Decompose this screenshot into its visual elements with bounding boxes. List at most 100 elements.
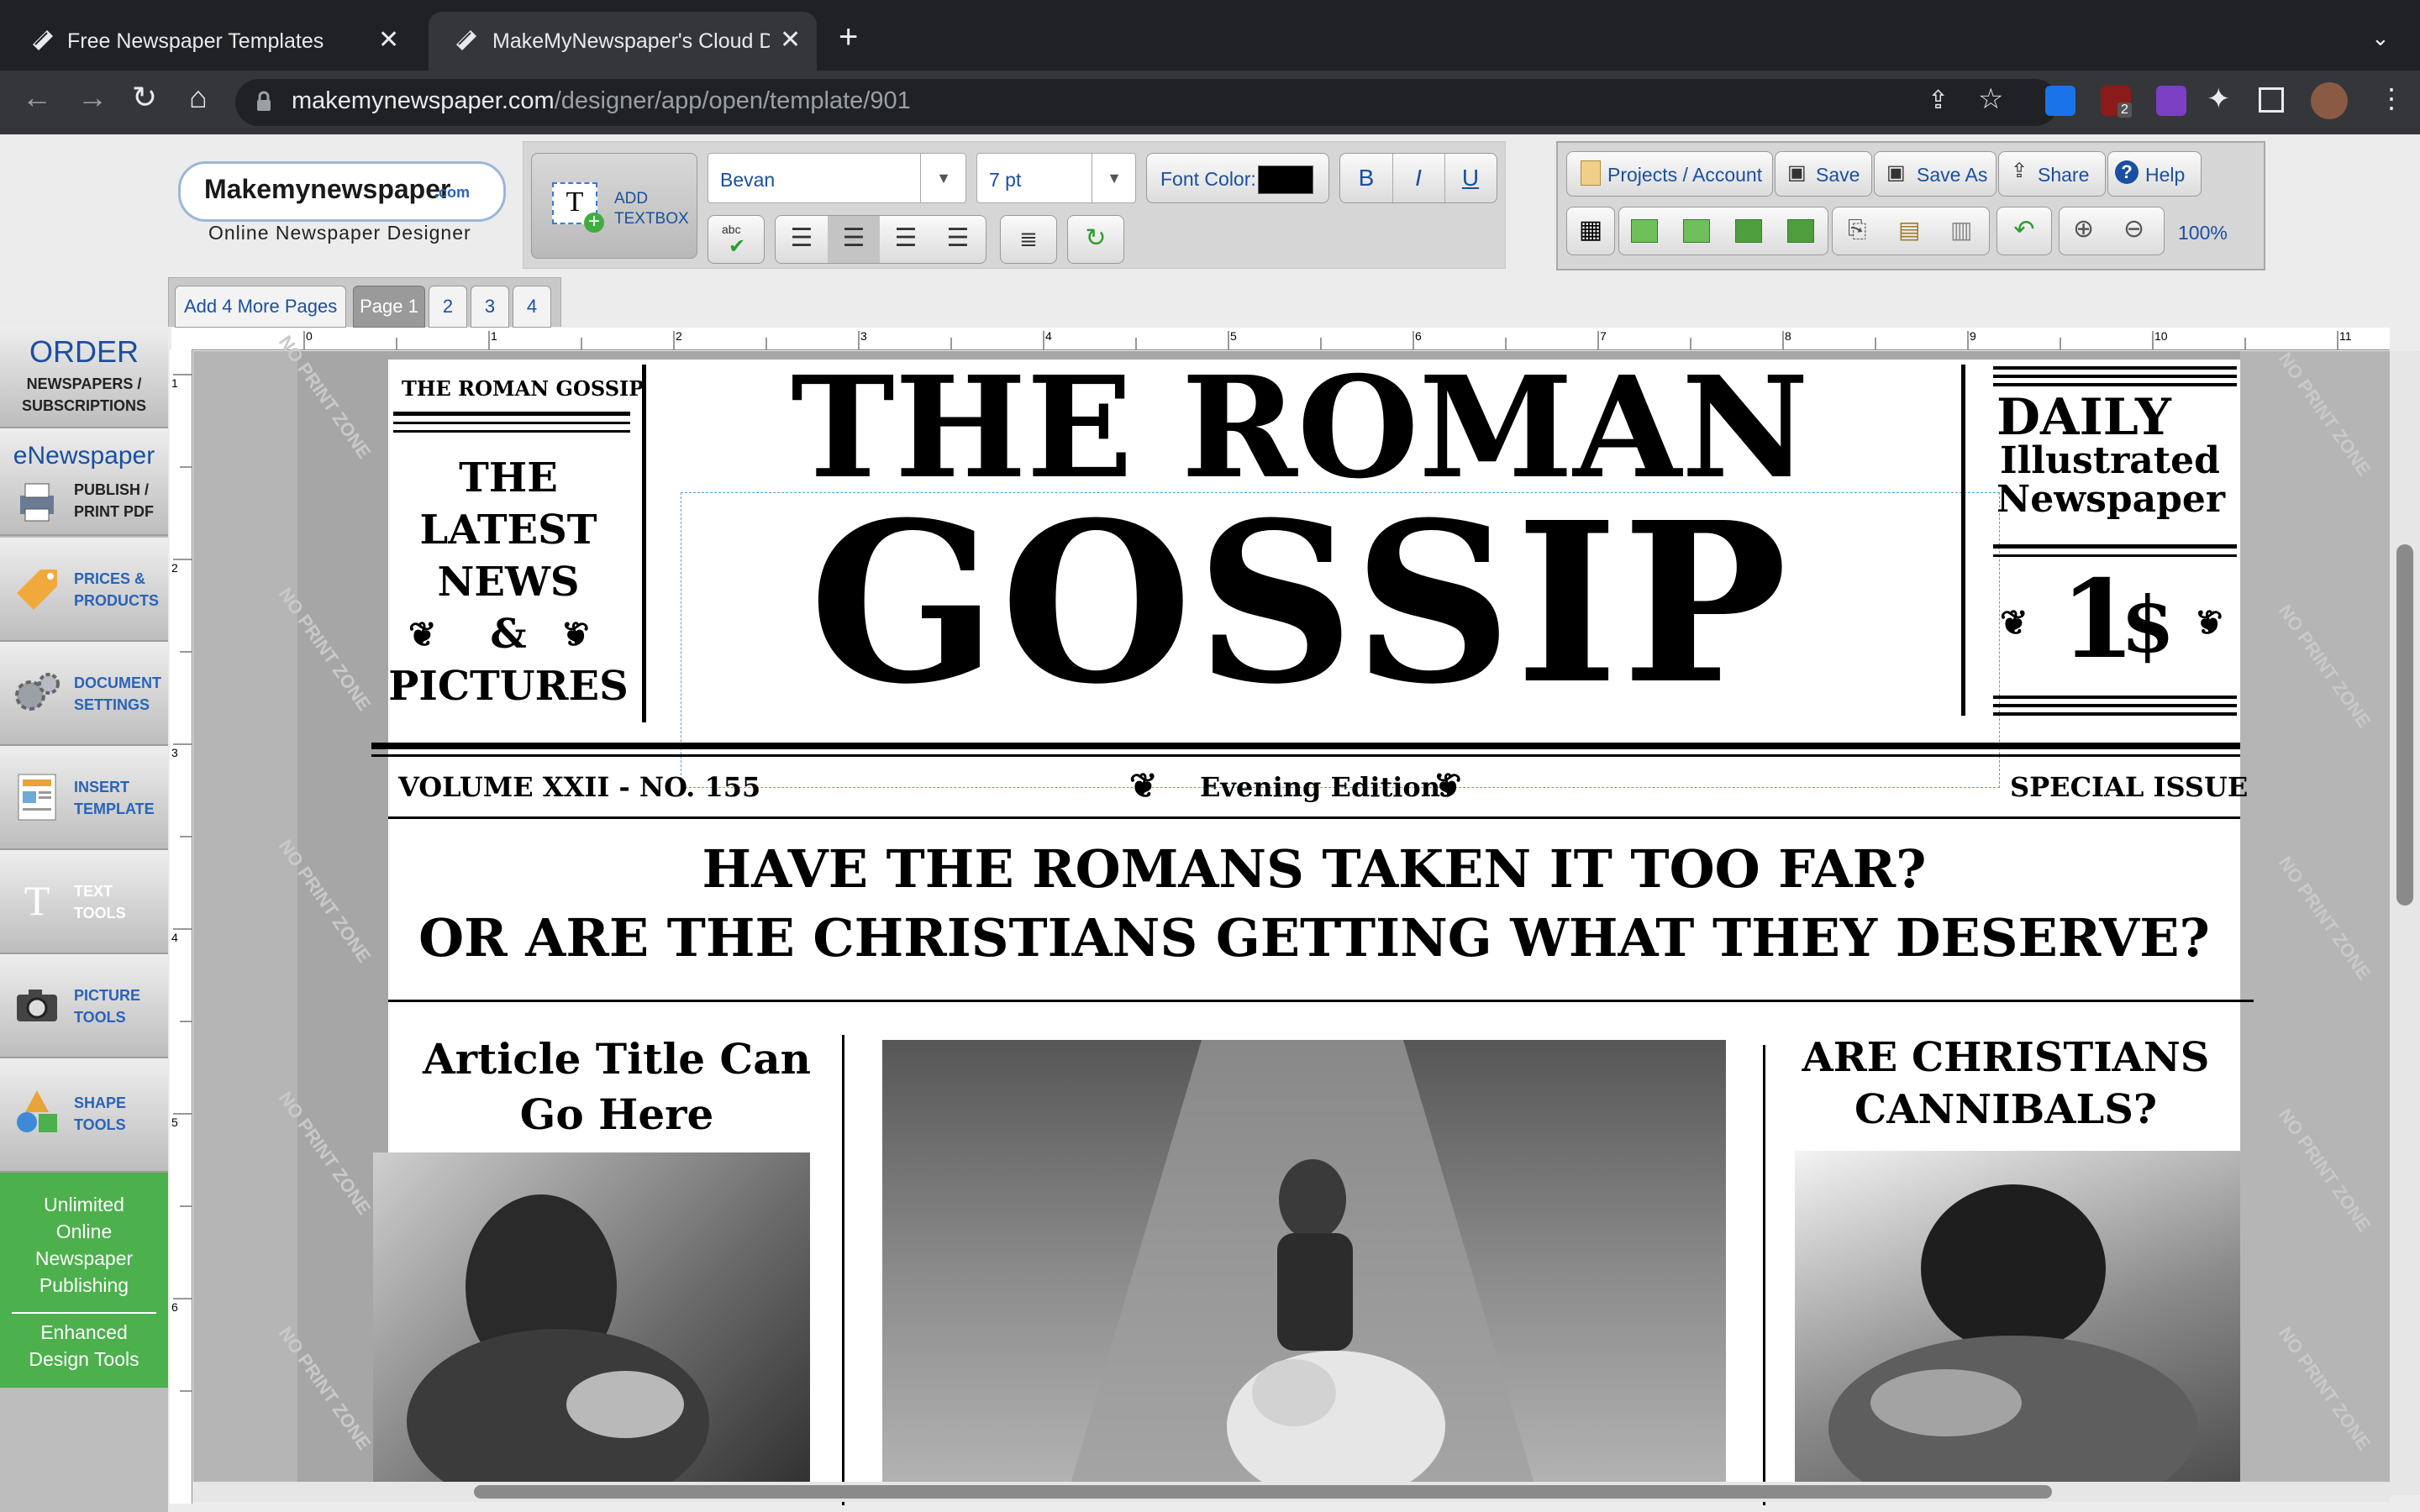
save-button[interactable]: ▣ Save <box>1775 151 1872 197</box>
grid-icon[interactable]: ▦ <box>1566 207 1615 255</box>
article-right-photo[interactable] <box>1795 1151 2240 1495</box>
right-box-newspaper[interactable]: Newspaper <box>1996 479 2225 521</box>
masthead-main[interactable]: GOSSIP <box>649 477 1951 729</box>
sidebar-insert-template[interactable]: INSERT TEMPLATE <box>0 746 168 850</box>
save-label: Save <box>1816 164 1860 186</box>
tab-search-chevron-icon[interactable]: ⌄ <box>2371 25 2390 51</box>
font-color-control[interactable]: Font Color: <box>1146 153 1329 203</box>
spellcheck-button[interactable]: abc ✔ <box>708 215 765 264</box>
add-pages-button[interactable]: Add 4 More Pages <box>175 286 347 328</box>
undo-icon[interactable]: ↶ <box>1996 207 2052 255</box>
sidebar-picture-tools[interactable]: PICTURE TOOLS <box>0 954 168 1058</box>
align-center-icon[interactable]: ☰ <box>828 216 880 263</box>
back-icon[interactable]: ← <box>20 81 54 114</box>
headline-line-1[interactable]: HAVE THE ROMANS TAKEN IT TOO FAR? <box>388 835 2240 904</box>
sidebar-enewspaper[interactable]: eNewspaper PUBLISH / PRINT PDF <box>0 428 168 536</box>
forward-icon[interactable]: → <box>76 81 109 114</box>
left-box-line[interactable]: PICTURES <box>388 660 629 712</box>
reload-icon[interactable]: ↻ <box>128 81 161 114</box>
font-size-select[interactable]: 7 pt ▼ <box>976 153 1136 203</box>
special-issue[interactable]: SPECIAL ISSUE <box>2010 771 2248 803</box>
home-icon[interactable]: ⌂ <box>182 81 215 114</box>
corner-title[interactable]: THE ROMAN GOSSIP <box>402 376 644 401</box>
help-icon: ? <box>2115 160 2139 184</box>
zoom-out-icon[interactable]: ⊖ <box>2123 214 2144 244</box>
vertical-scroll-thumb[interactable] <box>2396 544 2413 906</box>
fleuron-icon: ❦ <box>2000 603 2028 643</box>
line-spacing-icon[interactable]: ≣ <box>1000 215 1057 264</box>
logo-tagline: Online Newspaper Designer <box>208 222 471 244</box>
copy-icon[interactable]: ⎘ <box>1848 216 1866 244</box>
new-tab-button[interactable]: + <box>839 20 858 54</box>
delete-icon[interactable]: ▥ <box>1950 216 1972 244</box>
volume-number[interactable]: VOLUME XXII - NO. 155 <box>398 771 760 803</box>
extension-icon[interactable] <box>2156 86 2186 116</box>
sidebar-order[interactable]: ORDER NEWSPAPERS / SUBSCRIPTIONS <box>0 326 168 428</box>
paste-icon[interactable]: ▤ <box>1898 216 1920 244</box>
sidebar-document-settings[interactable]: DOCUMENT SETTINGS <box>0 642 168 746</box>
send-to-back-icon[interactable] <box>1787 219 1814 243</box>
unlimited-publishing-promo[interactable]: Unlimited Online Newspaper Publishing En… <box>0 1173 168 1388</box>
underline-button[interactable]: U <box>1444 154 1497 202</box>
left-box-line[interactable]: LATEST <box>388 504 629 556</box>
font-family-select[interactable]: Bevan ▼ <box>708 153 966 203</box>
sidebar-label: INSERT TEMPLATE <box>74 779 155 817</box>
add-textbox-button[interactable]: T + ADD TEXTBOX <box>531 153 697 259</box>
vertical-scrollbar[interactable] <box>2390 351 2420 1495</box>
left-box-line[interactable]: THE <box>388 452 629 504</box>
tab-free-newspaper-templates[interactable]: Free Newspaper Templates ✕ <box>0 12 420 71</box>
font-color-swatch[interactable] <box>1258 165 1313 194</box>
extension-icon[interactable] <box>2045 86 2075 116</box>
side-panel-icon[interactable] <box>2259 87 2284 113</box>
page-tab-2[interactable]: 2 <box>429 286 467 328</box>
left-box-line[interactable]: NEWS <box>388 556 629 608</box>
tab-makemynewspaper[interactable]: MakeMyNewspaper's Cloud De ✕ <box>429 12 817 71</box>
bold-button[interactable]: B <box>1340 154 1393 202</box>
newspaper-page[interactable]: THE ROMAN GOSSIP THE LATEST NEWS & ❦ ❦ P… <box>371 353 2254 1505</box>
send-backward-icon[interactable] <box>1735 219 1762 243</box>
save-as-button[interactable]: ▣ Save As <box>1874 151 1996 197</box>
align-right-icon[interactable]: ☰ <box>880 216 932 263</box>
page-tab-3[interactable]: 3 <box>471 286 509 328</box>
logo[interactable]: Makemynewspaper .com <box>178 161 506 222</box>
sidebar-text-tools[interactable]: T TEXT TOOLS <box>0 850 168 954</box>
projects-account-button[interactable]: Projects / Account <box>1566 151 1773 197</box>
right-box-illustrated[interactable]: Illustrated <box>2000 440 2220 482</box>
lock-icon[interactable] <box>255 91 272 113</box>
article-left-photo[interactable] <box>373 1152 810 1495</box>
close-tab-icon[interactable]: ✕ <box>780 25 801 55</box>
edition[interactable]: Evening Edition <box>1200 771 1440 803</box>
bring-forward-icon[interactable] <box>1631 219 1658 243</box>
share-page-icon[interactable]: ⇪ <box>1928 86 1949 115</box>
url-text[interactable]: makemynewspaper.com/designer/app/open/te… <box>292 87 911 115</box>
horizontal-scrollbar[interactable] <box>193 1482 2390 1502</box>
rule <box>388 816 2240 819</box>
right-box-daily[interactable]: DAILY <box>1996 388 2171 447</box>
page-tab-4[interactable]: 4 <box>513 286 551 328</box>
bookmark-star-icon[interactable]: ☆ <box>1978 82 2003 116</box>
justify-icon[interactable]: ☰ <box>932 216 984 263</box>
help-button[interactable]: ? Help <box>2107 151 2202 197</box>
close-tab-icon[interactable]: ✕ <box>378 25 399 55</box>
article-right-title[interactable]: ARE CHRISTIANS CANNIBALS? <box>1771 1032 2240 1136</box>
price-symbol[interactable]: $ <box>2121 583 2175 667</box>
rotate-icon[interactable]: ↻ <box>1067 215 1124 264</box>
bring-to-front-icon[interactable] <box>1683 219 1710 243</box>
share-button[interactable]: ⇪ Share <box>1998 151 2106 197</box>
sidebar-shape-tools[interactable]: SHAPE TOOLS <box>0 1058 168 1173</box>
zoom-in-icon[interactable]: ⊕ <box>2073 214 2094 244</box>
article-left-title[interactable]: Article Title Can Go Here <box>388 1032 845 1142</box>
article-center-photo[interactable] <box>882 1040 1726 1495</box>
promo-line-2: Enhanced Design Tools <box>29 1321 139 1370</box>
ruler-tick-label: 3 <box>860 329 867 343</box>
extensions-puzzle-icon[interactable]: ✦ <box>2207 82 2231 116</box>
italic-button[interactable]: I <box>1392 154 1445 202</box>
sidebar-prices[interactable]: PRICES & PRODUCTS <box>0 538 168 642</box>
browser-menu-icon[interactable]: ⋮ <box>2378 82 2405 114</box>
headline-line-2[interactable]: OR ARE THE CHRISTIANS GETTING WHAT THEY … <box>388 904 2240 973</box>
align-left-icon[interactable]: ☰ <box>776 216 828 263</box>
profile-avatar[interactable] <box>2311 82 2348 119</box>
man-photo-icon <box>1828 1184 2198 1495</box>
page-tab-1[interactable]: Page 1 <box>353 286 425 328</box>
horizontal-scroll-thumb[interactable] <box>474 1485 2052 1499</box>
